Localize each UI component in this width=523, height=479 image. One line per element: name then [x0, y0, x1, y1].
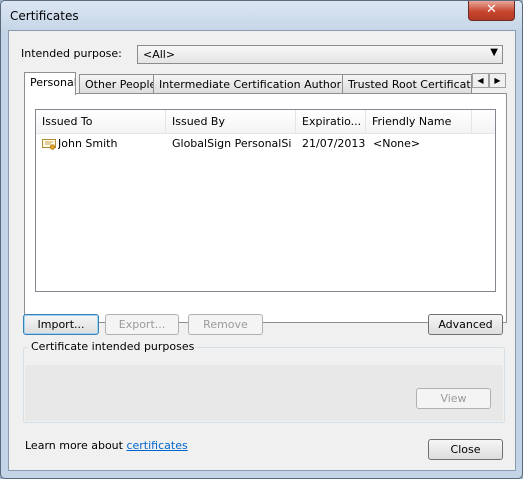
column-header-issued-by[interactable]: Issued By	[166, 110, 296, 134]
column-header-issued-to[interactable]: Issued To	[36, 110, 166, 134]
tab-trusted-root[interactable]: Trusted Root Certification	[342, 74, 472, 94]
certificate-icon	[42, 139, 56, 150]
chevron-down-icon: ▼	[490, 47, 498, 58]
tab-intermediate-ca[interactable]: Intermediate Certification Authorities	[153, 74, 343, 94]
certificate-list[interactable]: Issued To Issued By Expiratio... Friendl…	[35, 109, 496, 292]
cell-issued-by: GlobalSign PersonalSi...	[172, 137, 292, 150]
advanced-button[interactable]: Advanced	[428, 314, 503, 335]
cell-issued-to: John Smith	[58, 137, 118, 150]
tab-label: Other People	[85, 78, 154, 91]
chevron-right-icon[interactable]: ▶	[489, 73, 506, 88]
title-bar[interactable]: Certificates ✕	[1, 1, 522, 30]
import-button[interactable]: Import...	[23, 314, 99, 335]
close-button[interactable]: Close	[428, 439, 503, 460]
tab-label: Trusted Root Certification	[348, 78, 471, 91]
learn-more-prefix: Learn more about	[25, 439, 127, 452]
tab-scroll-arrows: ◀ ▶	[472, 73, 510, 88]
view-button[interactable]: View	[416, 388, 491, 409]
tab-label: Personal	[30, 76, 76, 89]
cell-expiration: 21/07/2013	[302, 137, 366, 150]
close-window-button[interactable]: ✕	[468, 1, 515, 21]
tab-other-people[interactable]: Other People	[79, 74, 154, 94]
tab-panel: Issued To Issued By Expiratio... Friendl…	[24, 93, 507, 323]
close-icon: ✕	[486, 2, 497, 17]
intended-purpose-label: Intended purpose:	[21, 47, 122, 60]
remove-button[interactable]: Remove	[188, 314, 263, 335]
cell-friendly-name: <None>	[373, 137, 421, 150]
tab-label: Intermediate Certification Authorities	[159, 78, 342, 91]
learn-more-text: Learn more about certificates	[25, 439, 188, 452]
intended-purpose-value: <All>	[143, 48, 176, 61]
window-title: Certificates	[10, 9, 79, 23]
tab-strip: Personal Other People Intermediate Certi…	[24, 72, 510, 95]
chevron-left-icon[interactable]: ◀	[472, 73, 489, 88]
intended-purpose-select[interactable]: <All> ▼	[137, 45, 503, 64]
dialog-body: Intended purpose: <All> ▼ Personal Other…	[8, 30, 516, 471]
certificates-window: Certificates ✕ Intended purpose: <All> ▼…	[0, 0, 523, 479]
group-label: Certificate intended purposes	[28, 340, 198, 353]
column-header-expiration[interactable]: Expiratio...	[296, 110, 366, 134]
certificates-link[interactable]: certificates	[126, 439, 187, 452]
export-button[interactable]: Export...	[105, 314, 179, 335]
tab-personal[interactable]: Personal	[24, 72, 76, 95]
column-header-filler	[472, 110, 495, 134]
intended-purposes-group: Certificate intended purposes	[23, 340, 505, 423]
column-header-friendly-name[interactable]: Friendly Name	[366, 110, 472, 134]
